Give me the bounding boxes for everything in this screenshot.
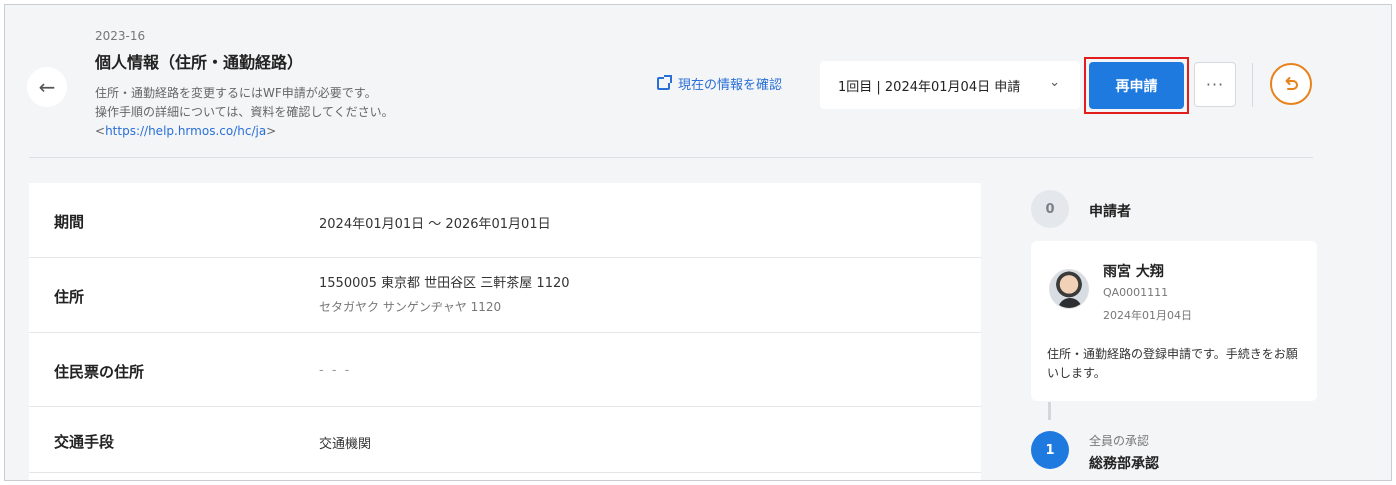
confirm-current-info-link[interactable]: 現在の情報を確認 <box>657 74 782 93</box>
app-frame: ← 2023-16 個人情報（住所・通勤経路） 住所・通勤経路を変更するにはWF… <box>4 4 1392 481</box>
applicant-id: QA0001111 <box>1103 286 1169 299</box>
step-connector <box>1048 402 1051 420</box>
row-value: 交通機関 <box>319 437 372 452</box>
round-select-value: 1回目 | 2024年01月04日 申請 <box>838 79 1021 95</box>
description-line: 住所・通勤経路を変更するにはWF申請が必要です。 <box>95 86 377 100</box>
row-label: 交通手段 <box>54 433 115 451</box>
step-label: 申請者 <box>1089 204 1131 220</box>
step-number: 0 <box>1031 190 1069 228</box>
back-button[interactable]: ← <box>27 67 67 107</box>
applicant-date: 2024年01月04日 <box>1103 309 1192 322</box>
help-link[interactable]: https://help.hrmos.co/hc/ja <box>105 124 266 138</box>
row-value: 2024年01月01日 〜 2026年01月01日 <box>319 217 551 232</box>
undo-icon[interactable] <box>1270 63 1312 105</box>
avatar <box>1049 269 1089 309</box>
page-header: ← 2023-16 個人情報（住所・通勤経路） 住所・通勤経路を変更するにはWF… <box>5 5 1391 157</box>
link-bracket: < <box>95 124 106 138</box>
approval-step-name: 総務部承認 <box>1089 456 1159 472</box>
undo-icon-glyph <box>1285 77 1298 90</box>
external-link-icon <box>657 75 672 90</box>
detail-row-period: 期間 2024年01月01日 〜 2026年01月01日 <box>29 183 981 258</box>
applicant-comment: 住所・通勤経路の登録申請です。手続きをお願いします。 <box>1047 347 1298 380</box>
page-title: 個人情報（住所・通勤経路） <box>95 53 304 72</box>
reapply-button[interactable]: 再申請 <box>1089 62 1184 109</box>
detail-row-resident-address: 住民票の住所 - - - <box>29 333 981 407</box>
page-description: 住所・通勤経路を変更するにはWF申請が必要です。 操作手順の詳細については、資料… <box>95 84 394 141</box>
step-number: 1 <box>1031 431 1069 469</box>
approval-type: 全員の承認 <box>1089 434 1150 448</box>
application-round-select[interactable]: 1回目 | 2024年01月04日 申請 ⌄ <box>820 61 1080 109</box>
row-label: 住民票の住所 <box>54 363 145 381</box>
application-details: 期間 2024年01月01日 〜 2026年01月01日 住所 1550005 … <box>29 183 981 480</box>
row-label: 期間 <box>54 213 85 231</box>
description-line: 操作手順の詳細については、資料を確認してください。 <box>95 105 394 119</box>
applicant-name: 雨宮 大翔 <box>1103 264 1164 280</box>
help-link-line: <https://help.hrmos.co/hc/ja> <box>95 122 394 141</box>
more-icon[interactable]: ··· <box>1194 62 1236 107</box>
applicant-card: 雨宮 大翔 QA0001111 2024年01月04日 住所・通勤経路の登録申請… <box>1031 241 1317 401</box>
divider <box>1252 63 1253 107</box>
arrow-left-icon: ← <box>38 75 56 99</box>
detail-row-transport: 交通手段 交通機関 <box>29 407 981 473</box>
header-divider <box>29 157 1313 158</box>
row-sub-value: セタガヤク サンゲンヂャヤ 1120 <box>319 300 502 314</box>
row-value: 1550005 東京都 世田谷区 三軒茶屋 1120 <box>319 276 570 291</box>
row-label: 住所 <box>54 288 85 306</box>
detail-row-address: 住所 1550005 東京都 世田谷区 三軒茶屋 1120 セタガヤク サンゲン… <box>29 258 981 333</box>
link-bracket: > <box>266 124 277 138</box>
row-value: - - - <box>319 363 352 378</box>
chevron-down-icon: ⌄ <box>1049 75 1060 90</box>
confirm-link-label: 現在の情報を確認 <box>678 78 783 93</box>
document-number: 2023-16 <box>95 29 146 43</box>
